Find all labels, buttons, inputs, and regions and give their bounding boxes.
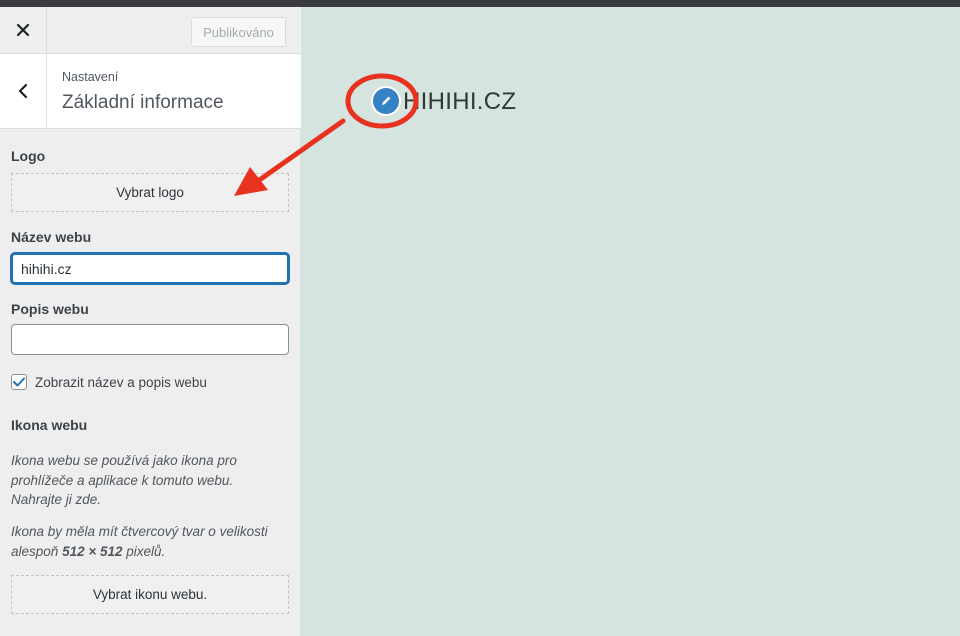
site-title-input[interactable]	[11, 253, 289, 284]
checkmark-icon	[13, 377, 25, 387]
tagline-label: Popis webu	[11, 301, 89, 317]
logo-label: Logo	[11, 148, 46, 164]
display-title-tagline-checkbox[interactable]	[11, 374, 27, 390]
size-hint-size: 512 × 512	[62, 543, 123, 559]
publish-button[interactable]: Publikováno	[191, 17, 286, 47]
site-icon-size-hint: Ikona by měla mít čtvercový tvar o velik…	[11, 522, 281, 561]
display-title-tagline-label: Zobrazit název a popis webu	[35, 374, 207, 390]
preview-site-title[interactable]: HIHIHI.CZ	[403, 88, 516, 116]
site-title-label: Název webu	[11, 229, 92, 245]
display-title-tagline-option: Zobrazit název a popis webu	[11, 374, 207, 390]
close-icon	[16, 23, 30, 37]
size-hint-suffix: pixelů.	[126, 543, 166, 559]
pencil-icon	[382, 96, 391, 105]
select-site-icon-button[interactable]: Vybrat ikonu webu.	[11, 575, 289, 614]
breadcrumb: Nastavení	[62, 70, 119, 84]
section-title: Základní informace	[62, 92, 224, 113]
chevron-left-icon	[18, 83, 28, 99]
customizer-header: Publikováno	[0, 7, 301, 54]
tagline-input[interactable]	[11, 324, 289, 355]
section-header: Nastavení Základní informace	[0, 54, 301, 129]
back-button[interactable]	[0, 54, 47, 128]
edit-logo-shortcut[interactable]	[371, 86, 401, 116]
select-logo-button[interactable]: Vybrat logo	[11, 173, 289, 212]
customizer-sidebar: Publikováno Nastavení Základní informace…	[0, 7, 301, 636]
site-icon-description: Ikona webu se používá jako ikona pro pro…	[11, 453, 237, 507]
window-top-bar	[0, 0, 960, 7]
site-icon-label: Ikona webu	[11, 417, 88, 433]
close-button[interactable]	[0, 7, 47, 53]
